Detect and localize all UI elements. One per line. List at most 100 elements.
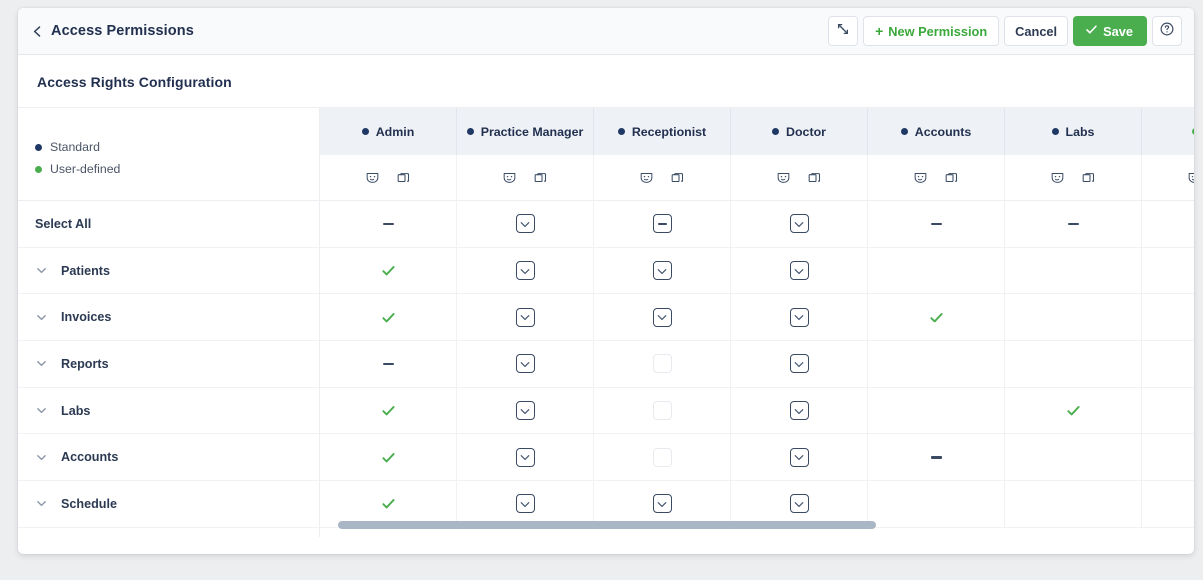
dash-mark[interactable] [382, 362, 394, 366]
row-label-schedule[interactable]: Schedule [18, 481, 319, 528]
row-label-reports[interactable]: Reports [18, 341, 319, 388]
cell-accounts-doctor[interactable] [731, 434, 868, 481]
cell-labs-labs[interactable] [1005, 387, 1142, 434]
cell-labs-receptionist[interactable] [594, 387, 731, 434]
checkbox-unchecked[interactable] [652, 447, 672, 467]
mask-icon[interactable] [913, 170, 928, 185]
cell-labs-doctor[interactable] [731, 387, 868, 434]
cell-labs-practice-manager[interactable] [457, 387, 594, 434]
cell-patients-practice-manager[interactable] [457, 247, 594, 294]
checkbox-indeterminate[interactable] [652, 214, 672, 234]
cell-patients-receptionist[interactable] [594, 247, 731, 294]
chevron-down-icon[interactable] [35, 311, 48, 324]
column-header-admin[interactable]: Admin [320, 108, 457, 155]
copy-icon[interactable] [944, 170, 959, 185]
checkbox-checked[interactable] [652, 307, 672, 327]
row-label-select-all[interactable]: Select All [18, 201, 319, 248]
cell-select-all-labs[interactable] [1005, 201, 1142, 247]
copy-icon[interactable] [396, 170, 411, 185]
chevron-down-icon[interactable] [35, 451, 48, 464]
save-button[interactable]: Save [1073, 16, 1147, 46]
cell-reports-practice-manager[interactable] [457, 341, 594, 387]
back-chevron-icon[interactable] [31, 25, 44, 38]
column-header-practice-manager[interactable]: Practice Manager [457, 108, 594, 155]
checkbox-checked[interactable] [789, 214, 809, 234]
row-label-labs[interactable]: Labs [18, 388, 319, 435]
checkbox-checked[interactable] [789, 307, 809, 327]
cell-reports-doctor[interactable] [731, 341, 868, 387]
column-header-accounts[interactable]: Accounts [868, 108, 1005, 155]
dash-mark[interactable] [1067, 222, 1079, 226]
cell-accounts-accounts[interactable] [868, 434, 1005, 481]
checkbox-checked[interactable] [789, 494, 809, 514]
checkbox-checked[interactable] [515, 354, 535, 374]
checkbox-checked[interactable] [515, 307, 535, 327]
copy-icon[interactable] [670, 170, 685, 185]
cell-invoices-doctor[interactable] [731, 294, 868, 341]
help-button[interactable] [1152, 16, 1182, 46]
chevron-down-icon[interactable] [35, 357, 48, 370]
green-check-icon[interactable] [381, 496, 396, 511]
cancel-button[interactable]: Cancel [1004, 16, 1069, 46]
column-header-acc[interactable]: Acc [1142, 108, 1194, 155]
checkbox-unchecked[interactable] [652, 401, 672, 421]
checkbox-unchecked[interactable] [652, 354, 672, 374]
cell-select-all-doctor[interactable] [731, 201, 868, 247]
green-check-icon[interactable] [381, 450, 396, 465]
cell-accounts-practice-manager[interactable] [457, 434, 594, 481]
cell-select-all-receptionist[interactable] [594, 201, 731, 247]
cell-select-all-admin[interactable] [320, 201, 457, 247]
row-label-accounts[interactable]: Accounts [18, 434, 319, 482]
checkbox-checked[interactable] [652, 261, 672, 281]
cell-accounts-admin[interactable] [320, 434, 457, 481]
cell-invoices-receptionist[interactable] [594, 294, 731, 341]
copy-icon[interactable] [1081, 170, 1096, 185]
green-check-icon[interactable] [381, 263, 396, 278]
cell-reports-admin[interactable] [320, 341, 457, 387]
cell-reports-receptionist[interactable] [594, 341, 731, 387]
dash-mark[interactable] [930, 456, 942, 459]
dash-mark[interactable] [382, 222, 394, 226]
cell-invoices-practice-manager[interactable] [457, 294, 594, 341]
checkbox-checked[interactable] [789, 261, 809, 281]
cell-select-all-practice-manager[interactable] [457, 201, 594, 247]
mask-icon[interactable] [1050, 170, 1065, 185]
green-check-icon[interactable] [929, 310, 944, 325]
dash-mark[interactable] [930, 222, 942, 226]
mask-icon[interactable] [365, 170, 380, 185]
copy-icon[interactable] [533, 170, 548, 185]
expand-button[interactable] [828, 16, 859, 46]
copy-icon[interactable] [807, 170, 822, 185]
mask-icon[interactable] [639, 170, 654, 185]
cell-schedule-receptionist[interactable] [594, 481, 731, 527]
column-header-receptionist[interactable]: Receptionist [594, 108, 731, 155]
column-header-labs[interactable]: Labs [1005, 108, 1142, 155]
cell-schedule-admin[interactable] [320, 481, 457, 527]
green-check-icon[interactable] [381, 403, 396, 418]
checkbox-checked[interactable] [789, 447, 809, 467]
cell-invoices-admin[interactable] [320, 294, 457, 341]
checkbox-checked[interactable] [789, 401, 809, 421]
column-header-doctor[interactable]: Doctor [731, 108, 868, 155]
row-label-invoices[interactable]: Invoices [18, 294, 319, 342]
mask-icon[interactable] [502, 170, 517, 185]
cell-accounts-receptionist[interactable] [594, 434, 731, 481]
cell-patients-admin[interactable] [320, 247, 457, 294]
checkbox-checked[interactable] [515, 214, 535, 234]
checkbox-checked[interactable] [515, 401, 535, 421]
chevron-down-icon[interactable] [35, 264, 48, 277]
checkbox-checked[interactable] [515, 447, 535, 467]
matrix-scroll-region[interactable]: Admin Practice Manager Receptionist Doctor A… [320, 108, 1194, 537]
mask-icon[interactable] [776, 170, 791, 185]
mask-icon[interactable] [1187, 170, 1194, 185]
horizontal-scrollbar[interactable] [338, 521, 876, 529]
chevron-down-icon[interactable] [35, 404, 48, 417]
cell-labs-admin[interactable] [320, 387, 457, 434]
cell-select-all-accounts[interactable] [868, 201, 1005, 247]
cell-patients-doctor[interactable] [731, 247, 868, 294]
cell-invoices-accounts[interactable] [868, 294, 1005, 341]
green-check-icon[interactable] [1066, 403, 1081, 418]
checkbox-checked[interactable] [789, 354, 809, 374]
new-permission-button[interactable]: + New Permission [863, 16, 1000, 46]
row-label-patients[interactable]: Patients [18, 248, 319, 295]
